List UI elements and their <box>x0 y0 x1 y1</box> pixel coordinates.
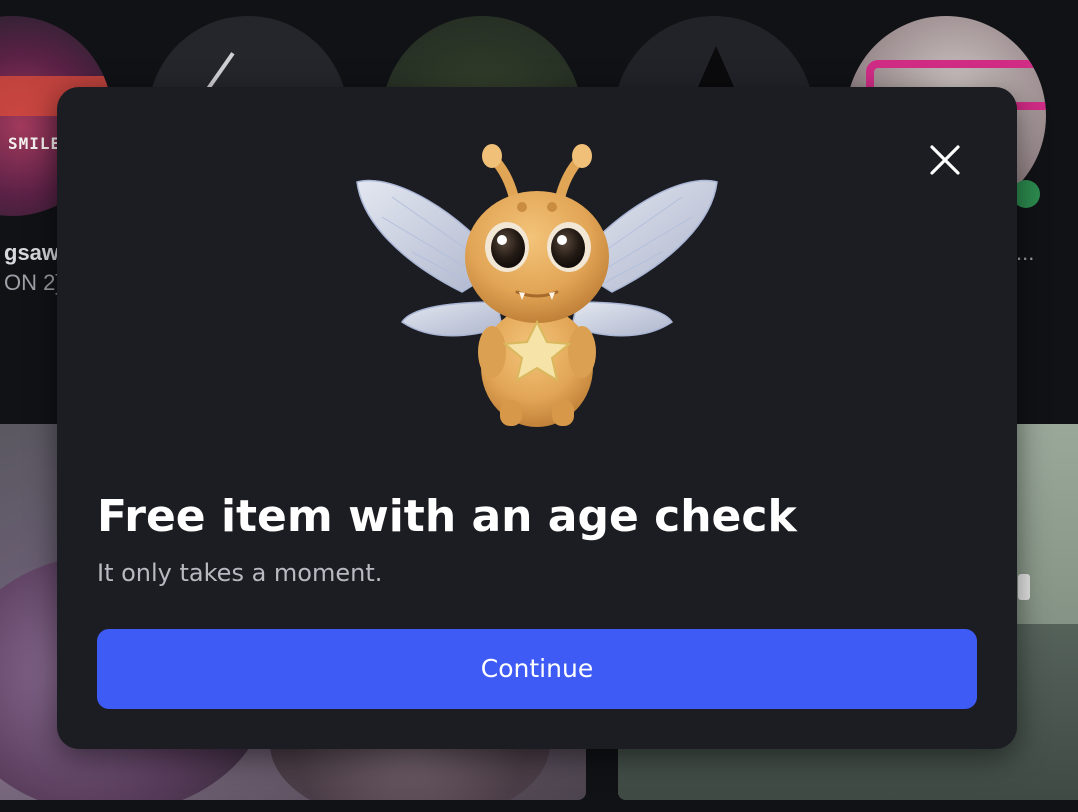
page: SMILE gsaw ON 2] ... Free item with an a… <box>0 0 1078 812</box>
avatar-caption: SMILE <box>8 134 62 153</box>
modal-title: Free item with an age check <box>97 491 797 542</box>
friend-name[interactable]: ON 2] <box>4 270 61 296</box>
friend-name[interactable]: gsaw <box>4 240 59 266</box>
close-button[interactable] <box>927 142 963 178</box>
tile-thumbnail <box>1018 574 1030 600</box>
friend-name[interactable]: ... <box>1016 240 1034 266</box>
bee-fairy-accessory-icon <box>356 144 718 427</box>
age-check-modal: Free item with an age check It only take… <box>57 87 1017 749</box>
close-icon <box>930 145 960 175</box>
continue-button[interactable]: Continue <box>97 629 977 709</box>
modal-subtitle: It only takes a moment. <box>97 559 383 587</box>
